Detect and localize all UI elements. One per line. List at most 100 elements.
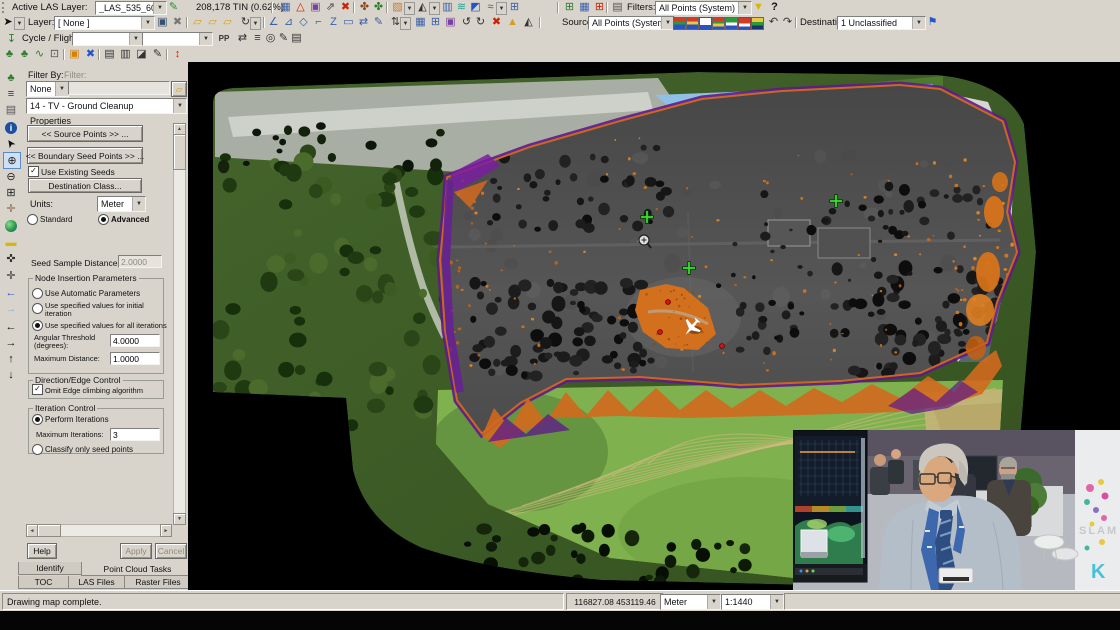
pan-right-icon[interactable]: → <box>3 335 19 350</box>
feature-table-icon[interactable]: ▦ <box>577 0 592 15</box>
draw-rectangle-icon[interactable]: ▭ <box>341 15 356 30</box>
flip-edge-icon[interactable]: ⇄ <box>356 15 371 30</box>
classify-by-elevation-icon[interactable] <box>673 17 686 30</box>
task-library-icon[interactable]: ♣ <box>17 47 32 62</box>
next-view-icon[interactable]: ↻ <box>473 15 488 30</box>
info-icon[interactable]: i <box>3 120 19 135</box>
toolbar-grip[interactable] <box>2 2 8 13</box>
selection-table-icon[interactable]: ⊞ <box>592 0 607 15</box>
delete-icon[interactable]: ✖ <box>170 15 185 30</box>
grid-display-icon[interactable]: ⊞ <box>507 0 522 15</box>
active-las-layer-dropdown[interactable]: _LAS_535_60m ▼ <box>95 1 167 15</box>
tab-toc[interactable]: TOC <box>18 576 69 589</box>
clip-tools-icon[interactable]: ✖ <box>338 0 353 15</box>
use-all-iterations-radio[interactable] <box>32 320 43 331</box>
classify-brush-icon[interactable]: ✤ <box>357 0 372 15</box>
classify-by-class-icon[interactable] <box>712 17 725 30</box>
source-dropdown[interactable]: All Points (System) ▼ <box>588 16 675 30</box>
chevron-down-icon[interactable]: ▼ <box>55 82 68 96</box>
destination-class-button[interactable]: Destination Class... <box>28 178 142 193</box>
destination-dropdown[interactable]: 1 Unclassified ▼ <box>837 16 926 30</box>
flag-icon[interactable]: ⚑ <box>925 15 940 30</box>
undo-icon[interactable]: ↶ <box>766 15 781 30</box>
chevron-down-icon[interactable]: ▼ <box>132 197 145 211</box>
chevron-down-icon[interactable]: ▼ <box>429 2 440 15</box>
scroll-right-icon[interactable]: ► <box>160 524 172 537</box>
units-dropdown[interactable]: Meter ▼ <box>97 196 146 212</box>
annotate-icon[interactable]: ✎ <box>150 47 165 62</box>
task-sequence-icon[interactable]: ∿ <box>32 47 47 62</box>
flight-dropdown[interactable]: ▼ <box>142 32 213 46</box>
classify-window-icon[interactable] <box>699 17 712 30</box>
help-button[interactable]: Help <box>27 543 57 559</box>
edit-vertex-icon[interactable]: ✎ <box>371 15 386 30</box>
apply-button[interactable]: Apply <box>120 543 152 559</box>
use-initial-radio[interactable] <box>32 303 43 314</box>
tab-identify[interactable]: Identify <box>18 562 82 575</box>
copy-icon[interactable]: ▤ <box>610 0 625 15</box>
select-cursor-icon[interactable]: ➤ <box>2 15 14 30</box>
tile-scheme-icon[interactable]: ▣ <box>67 47 82 62</box>
chevron-down-icon[interactable]: ▼ <box>404 2 415 15</box>
previous-extent-icon[interactable]: ← <box>3 285 19 300</box>
zoom-extents-icon[interactable]: ✜ <box>3 251 19 266</box>
zoom-selected-icon[interactable]: ✛ <box>3 268 19 283</box>
omit-edge-checkbox[interactable]: ✓ <box>32 384 43 395</box>
elevation-adjust-icon[interactable]: ↕ <box>170 47 185 62</box>
measure-icon[interactable]: ▬ <box>3 235 19 250</box>
zoom-in-icon[interactable]: ⊕ <box>3 152 21 169</box>
filter-funnel-icon[interactable]: ▼ <box>751 0 766 15</box>
panel-vertical-scrollbar[interactable] <box>173 123 186 525</box>
tile-grid-icon[interactable]: ⊞ <box>428 15 443 30</box>
draw-polyline-icon[interactable]: ⌐ <box>311 15 326 30</box>
save-icon[interactable]: ▣ <box>155 15 170 30</box>
chevron-down-icon[interactable]: ▼ <box>707 595 720 609</box>
intensity-display-icon[interactable]: ▥ <box>440 0 455 15</box>
profile-window-icon[interactable]: ▤ <box>289 30 304 47</box>
warning-flag-icon[interactable]: ▲ <box>505 15 520 30</box>
pan-down-icon[interactable]: ↓ <box>3 367 19 382</box>
filters-dropdown[interactable]: All Points (System) ▼ <box>655 1 752 15</box>
pointer-icon[interactable]: ➤ <box>3 136 19 151</box>
filter-input[interactable] <box>68 81 170 95</box>
load-flight-icon[interactable]: ↧ <box>4 31 19 48</box>
tab-las-files[interactable]: LAS Files <box>68 576 125 589</box>
scroll-down-icon[interactable]: ▼ <box>173 513 186 525</box>
display-by-elevation-icon[interactable]: ▧ <box>390 0 405 15</box>
seed-sample-distance-input[interactable] <box>118 255 162 268</box>
maximum-iterations-input[interactable] <box>110 428 160 441</box>
export-folder-icon[interactable]: ▱ <box>220 15 235 30</box>
maximum-distance-input[interactable] <box>110 352 160 365</box>
pan-icon[interactable]: ✛ <box>3 201 19 216</box>
layer-dropdown[interactable]: [ None ] ▼ <box>54 16 155 30</box>
tab-point-cloud-tasks[interactable]: Point Cloud Tasks <box>81 562 194 576</box>
zoom-window-icon[interactable]: ⊞ <box>3 185 19 200</box>
chevron-down-icon[interactable]: ▼ <box>400 17 411 30</box>
source-points-button[interactable]: << Source Points >> ... <box>27 125 143 142</box>
previous-view-icon[interactable]: ↺ <box>459 15 474 30</box>
pan-up-icon[interactable]: ↑ <box>3 351 19 366</box>
chevron-down-icon[interactable]: ▼ <box>912 17 925 29</box>
profile-view-icon[interactable]: ◪ <box>134 47 149 62</box>
use-automatic-radio[interactable] <box>32 288 43 299</box>
cancel-task-icon[interactable]: ✖ <box>83 47 98 62</box>
filter-browse-button[interactable]: ▱ <box>171 81 187 97</box>
map-window-icon[interactable]: ▤ <box>102 47 117 62</box>
classify-seed-points-radio[interactable] <box>32 444 43 455</box>
tab-raster-files[interactable]: Raster Files <box>124 576 192 589</box>
map-view[interactable]: SLAM K <box>188 62 1120 590</box>
cancel-button[interactable]: Cancel <box>155 543 187 559</box>
chevron-down-icon[interactable]: ▼ <box>496 2 507 15</box>
3d-window-icon[interactable]: ▥ <box>118 47 133 62</box>
use-existing-seeds-checkbox[interactable]: ✓ <box>28 166 39 177</box>
globe-icon[interactable] <box>3 218 19 233</box>
volume-tool-icon[interactable]: ▣ <box>308 0 323 15</box>
swap-profile-icon[interactable]: ⇄ <box>235 30 250 47</box>
run-task-icon[interactable]: ♣ <box>2 47 17 62</box>
scroll-thumb[interactable] <box>37 524 61 537</box>
cycle-dropdown[interactable]: ▼ <box>72 32 143 46</box>
classify-region-icon[interactable]: ✤ <box>371 0 386 15</box>
pan-left-icon[interactable]: ← <box>3 319 19 334</box>
classify-fence-icon[interactable] <box>751 17 764 30</box>
draw-triangle-icon[interactable]: ⊿ <box>281 15 296 30</box>
